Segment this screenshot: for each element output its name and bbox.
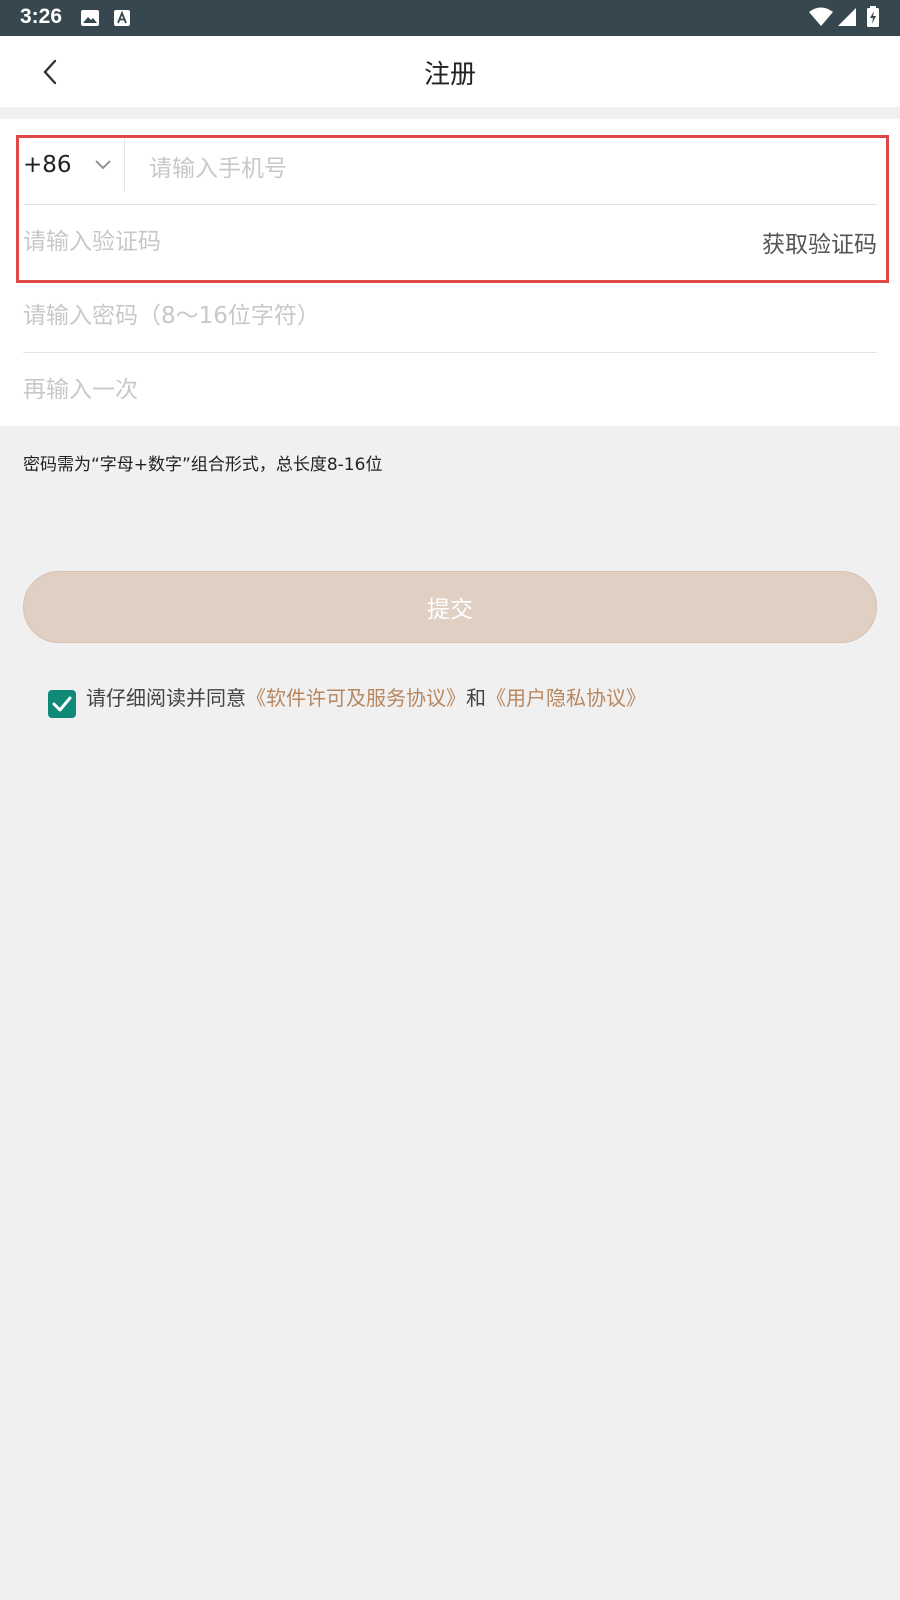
phone-input[interactable] <box>149 156 877 182</box>
page-title: 注册 <box>423 60 476 90</box>
text-a-icon <box>113 8 131 32</box>
chevron-down-icon <box>94 160 111 170</box>
submit-button[interactable]: 提交 <box>23 571 877 643</box>
get-code-button[interactable]: 获取验证码 <box>762 225 877 259</box>
wifi-icon <box>808 7 834 31</box>
check-icon <box>52 696 72 712</box>
license-agreement-link[interactable]: 《软件许可及服务协议》 <box>246 686 466 710</box>
signal-icon <box>836 7 858 31</box>
country-code: +86 <box>23 152 72 178</box>
password-input[interactable] <box>23 302 877 329</box>
password-row <box>23 279 877 353</box>
agreement-prefix: 请仔细阅读并同意 <box>86 686 246 710</box>
code-row: 获取验证码 <box>23 205 877 279</box>
register-form: +86 获取验证码 <box>0 119 900 426</box>
agreement-row: 请仔细阅读并同意《软件许可及服务协议》和《用户隐私协议》 <box>48 682 646 718</box>
image-icon <box>80 8 100 32</box>
confirm-password-row <box>23 353 877 427</box>
agree-checkbox[interactable] <box>48 690 76 718</box>
phone-row: +86 <box>23 134 877 205</box>
status-bar: 3:26 <box>0 0 900 36</box>
country-code-selector[interactable]: +86 <box>23 139 125 191</box>
status-time: 3:26 <box>20 5 63 28</box>
battery-icon <box>866 6 880 32</box>
password-hint: 密码需为“字母+数字”组合形式，总长度8-16位 <box>23 455 383 475</box>
verification-code-input[interactable] <box>23 229 762 255</box>
agreement-text: 请仔细阅读并同意《软件许可及服务协议》和《用户隐私协议》 <box>86 682 646 714</box>
agreement-joiner: 和 <box>466 686 486 710</box>
confirm-password-input[interactable] <box>23 377 877 403</box>
privacy-agreement-link[interactable]: 《用户隐私协议》 <box>486 686 646 710</box>
nav-bar: 注册 <box>0 36 900 107</box>
